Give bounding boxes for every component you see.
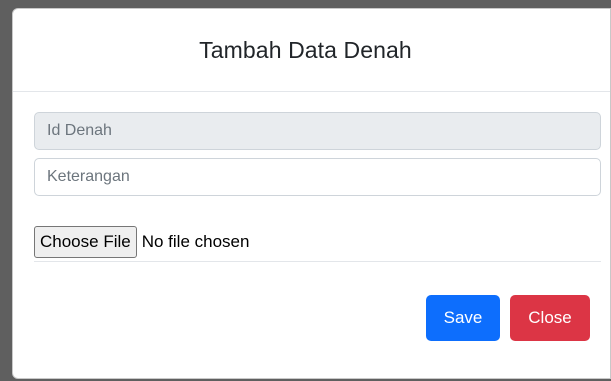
choose-file-button[interactable]: Choose File [34,226,137,258]
modal-footer-actions: Save Close [426,295,590,341]
keterangan-input[interactable] [34,158,601,196]
file-status-text: No file chosen [141,232,250,251]
modal-body: Choose File No file chosen Save Close [13,92,610,341]
close-button[interactable]: Close [510,295,590,341]
id-denah-input[interactable] [34,112,601,150]
save-button[interactable]: Save [426,295,500,341]
file-input-row: Choose File No file chosen [34,226,601,262]
modal-title: Tambah Data Denah [199,36,412,63]
add-denah-modal: Tambah Data Denah Choose File No file ch… [12,8,611,379]
modal-header: Tambah Data Denah [13,9,610,92]
